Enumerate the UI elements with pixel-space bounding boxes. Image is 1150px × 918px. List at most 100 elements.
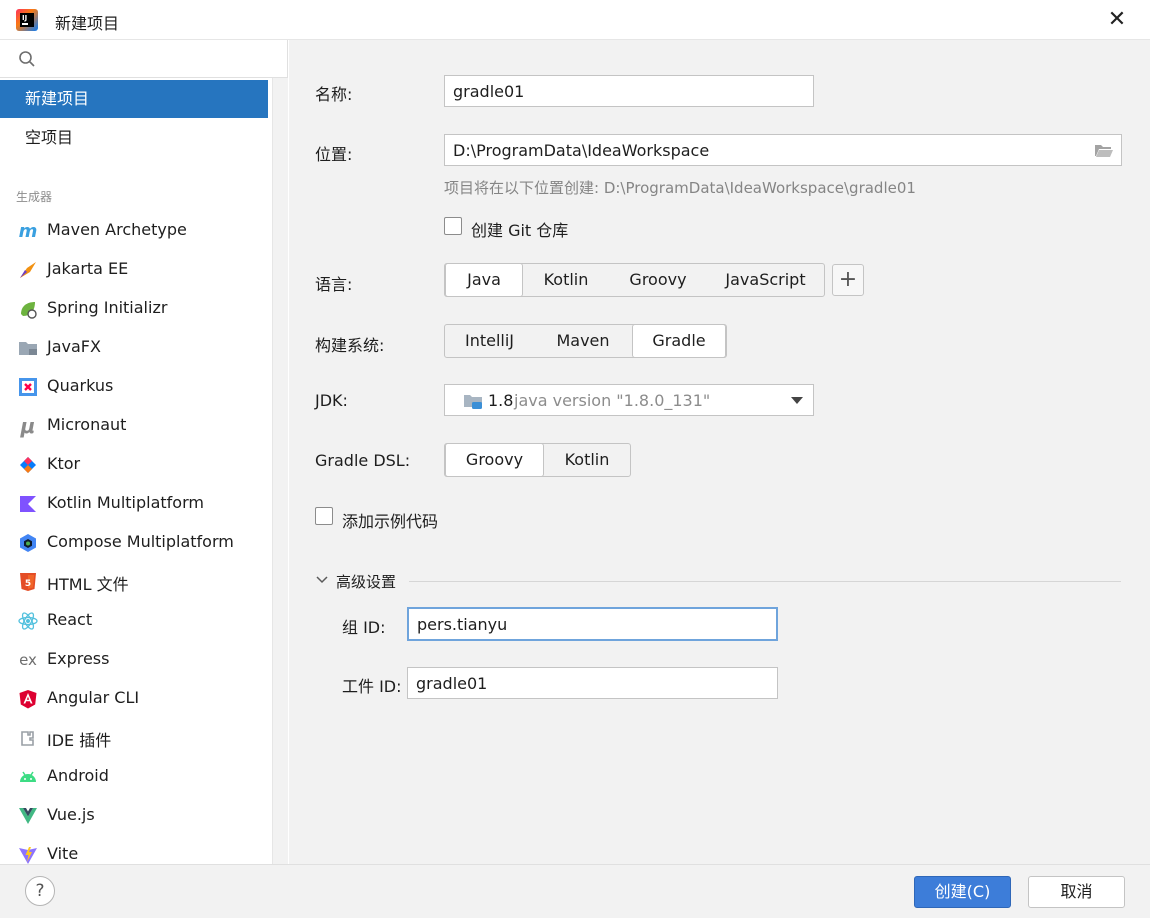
html5-icon: 5 xyxy=(20,573,36,591)
sidebar-item-quarkus[interactable]: Quarkus xyxy=(0,367,268,406)
sidebar-item-label: Express xyxy=(47,649,110,668)
project-settings-panel: 名称: 位置: 项目将在以下位置创建: D:\ProgramData\IdeaW… xyxy=(289,40,1150,864)
jdk-label: JDK: xyxy=(315,391,348,410)
search-input[interactable] xyxy=(44,46,264,72)
artifact-id-input[interactable] xyxy=(407,667,778,699)
build-option-intellij[interactable]: IntelliJ xyxy=(445,325,534,357)
language-label: 语言: xyxy=(315,275,353,294)
create-git-label: 创建 Git 仓库 xyxy=(471,221,569,240)
vue-icon xyxy=(19,808,37,824)
dialog-footer: ? 创建(C) 取消 xyxy=(0,864,1150,918)
jdk-description: java version "1.8.0_131" xyxy=(514,391,711,410)
plugin-icon xyxy=(21,731,34,746)
sidebar-item-label: Vue.js xyxy=(47,805,95,824)
cancel-button[interactable]: 取消 xyxy=(1028,876,1125,908)
sidebar-item-label: Maven Archetype xyxy=(47,220,187,239)
kotlin-icon xyxy=(20,496,36,512)
folder-open-icon[interactable] xyxy=(1094,142,1114,158)
language-option-javascript[interactable]: JavaScript xyxy=(707,264,824,296)
name-label: 名称: xyxy=(315,85,353,104)
sidebar-item-ktor[interactable]: Ktor xyxy=(0,445,268,484)
group-id-label: 组 ID: xyxy=(342,618,386,637)
sidebar-item-kotlin-multiplatform[interactable]: Kotlin Multiplatform xyxy=(0,484,268,523)
sidebar-item-label: Vite xyxy=(47,844,79,863)
react-icon xyxy=(18,612,38,630)
sidebar-item-label: IDE 插件 xyxy=(47,731,112,750)
maven-icon: m xyxy=(18,220,38,242)
sidebar-item-label: Android xyxy=(47,766,109,785)
sidebar-item-android[interactable]: Android xyxy=(0,757,268,796)
group-id-input[interactable] xyxy=(407,607,778,641)
vite-icon xyxy=(19,847,37,864)
javafx-icon xyxy=(19,342,37,355)
chevron-down-icon xyxy=(791,397,803,404)
help-button[interactable]: ? xyxy=(25,876,55,906)
sidebar-item-label: Spring Initializr xyxy=(47,298,168,317)
intellij-logo-icon: IJ xyxy=(16,9,38,31)
chevron-down-icon[interactable] xyxy=(315,575,329,585)
location-hint: 项目将在以下位置创建: D:\ProgramData\IdeaWorkspace… xyxy=(444,179,916,197)
sidebar-scrollbar[interactable] xyxy=(272,78,288,864)
sidebar-item-label: Angular CLI xyxy=(47,688,140,707)
sidebar-item-vue[interactable]: Vue.js xyxy=(0,796,268,835)
sidebar-item-new-project[interactable]: 新建项目 xyxy=(0,80,268,118)
angular-icon xyxy=(19,690,37,709)
add-sample-code-label: 添加示例代码 xyxy=(342,512,439,531)
jdk-version: 1.8 xyxy=(488,391,514,410)
sidebar-item-label: React xyxy=(47,610,93,629)
dsl-option-groovy[interactable]: Groovy xyxy=(445,443,544,477)
sidebar-item-maven-archetype[interactable]: m Maven Archetype xyxy=(0,211,268,250)
sidebar-item-jakarta-ee[interactable]: Jakarta EE xyxy=(0,250,268,289)
spring-icon xyxy=(21,302,37,319)
quarkus-icon xyxy=(19,378,37,396)
close-button[interactable]: ✕ xyxy=(1100,4,1134,36)
sidebar-item-angular-cli[interactable]: Angular CLI xyxy=(0,679,268,718)
micronaut-icon: μ xyxy=(20,414,36,438)
build-option-gradle[interactable]: Gradle xyxy=(632,324,726,358)
create-button[interactable]: 创建(C) xyxy=(914,876,1011,908)
sidebar: 新建项目 空项目 生成器 m Maven Archetype Jakarta E… xyxy=(0,40,288,864)
sidebar-item-label: Quarkus xyxy=(47,376,114,395)
add-sample-code-checkbox[interactable] xyxy=(315,507,333,525)
sidebar-item-label: HTML 文件 xyxy=(47,575,129,594)
create-git-checkbox[interactable] xyxy=(444,217,462,235)
compose-icon xyxy=(20,534,36,552)
location-input[interactable] xyxy=(444,134,1122,166)
window-title: 新建项目 xyxy=(55,14,120,33)
sidebar-item-label: Ktor xyxy=(47,454,81,473)
sidebar-item-ide-plugin[interactable]: IDE 插件 xyxy=(0,718,268,757)
build-option-maven[interactable]: Maven xyxy=(534,325,632,357)
jdk-dropdown[interactable]: 1.8 java version "1.8.0_131" xyxy=(444,384,814,416)
language-option-java[interactable]: Java xyxy=(445,263,523,297)
generators-section-label: 生成器 xyxy=(16,190,53,204)
dsl-option-kotlin[interactable]: Kotlin xyxy=(544,444,630,476)
sidebar-item-express[interactable]: ex Express xyxy=(0,640,268,679)
add-language-button[interactable]: + xyxy=(832,264,864,296)
sidebar-item-empty-project[interactable]: 空项目 xyxy=(0,119,268,157)
language-option-kotlin[interactable]: Kotlin xyxy=(523,264,609,296)
advanced-divider xyxy=(409,581,1121,582)
location-label: 位置: xyxy=(315,145,353,164)
sidebar-item-label: Micronaut xyxy=(47,415,127,434)
sidebar-item-javafx[interactable]: JavaFX xyxy=(0,328,268,367)
ktor-icon xyxy=(20,457,36,473)
sidebar-item-label: JavaFX xyxy=(47,337,101,356)
language-selector: Java Kotlin Groovy JavaScript xyxy=(444,263,825,297)
gradle-dsl-selector: Groovy Kotlin xyxy=(444,443,631,477)
sidebar-item-spring-initializr[interactable]: Spring Initializr xyxy=(0,289,268,328)
build-system-label: 构建系统: xyxy=(315,336,385,355)
svg-text:5: 5 xyxy=(25,579,31,589)
advanced-settings-toggle[interactable]: 高级设置 xyxy=(336,571,396,592)
language-option-groovy[interactable]: Groovy xyxy=(609,264,707,296)
sidebar-item-label: Kotlin Multiplatform xyxy=(47,493,204,512)
location-field xyxy=(444,134,1122,166)
jakarta-icon xyxy=(20,262,36,278)
sidebar-item-html-file[interactable]: 5 HTML 文件 xyxy=(0,562,268,601)
gradle-dsl-label: Gradle DSL: xyxy=(315,451,411,470)
sidebar-item-compose-multiplatform[interactable]: Compose Multiplatform xyxy=(0,523,268,562)
sidebar-item-react[interactable]: React xyxy=(0,601,268,640)
title-bar: IJ 新建项目 ✕ xyxy=(0,0,1150,40)
express-icon: ex xyxy=(19,651,37,669)
name-input[interactable] xyxy=(444,75,814,107)
sidebar-item-micronaut[interactable]: μ Micronaut xyxy=(0,406,268,445)
